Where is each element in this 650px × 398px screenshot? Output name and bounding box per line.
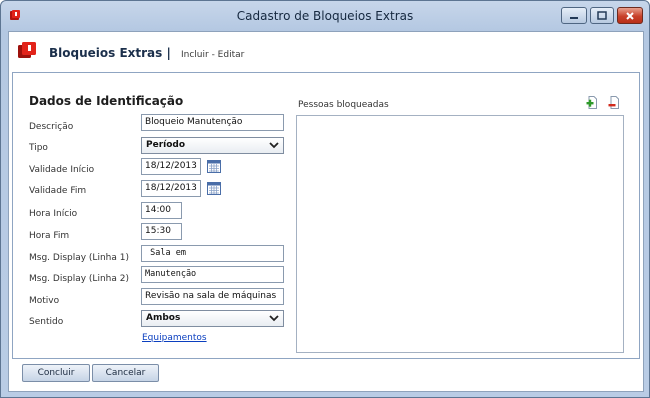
sentido-label: Sentido [29, 317, 64, 327]
chevron-down-icon [269, 142, 279, 149]
title-bar[interactable]: Cadastro de Bloqueios Extras [1, 1, 649, 31]
motivo-input[interactable]: Revisão na sala de máquinas [141, 288, 284, 305]
maximize-button[interactable] [590, 7, 614, 24]
hora-inicio-input[interactable]: 14:00 [141, 202, 182, 219]
hora-inicio-label: Hora Início [29, 209, 78, 219]
remove-person-icon[interactable] [608, 96, 620, 109]
validade-fim-input[interactable]: 18/12/2013 [141, 180, 201, 197]
validade-fim-label: Validade Fim [29, 186, 87, 196]
bloqueio-icon [18, 42, 36, 58]
sentido-select[interactable]: Ambos [141, 310, 284, 327]
minimize-icon [570, 16, 578, 19]
calendar-icon[interactable] [207, 181, 221, 195]
motivo-label: Motivo [29, 296, 60, 306]
calendar-icon[interactable] [207, 159, 221, 173]
close-button[interactable] [617, 7, 643, 24]
descricao-label: Descrição [29, 122, 74, 132]
pessoas-bloqueadas-label: Pessoas bloqueadas [298, 100, 389, 110]
cancelar-button[interactable]: Cancelar [92, 364, 159, 382]
equipamentos-link[interactable]: Equipamentos [142, 333, 207, 343]
pessoas-bloqueadas-list[interactable] [296, 115, 624, 353]
msg-linha2-input[interactable]: Manutenção [141, 266, 284, 283]
validade-inicio-input[interactable]: 18/12/2013 [141, 158, 201, 175]
descricao-input[interactable]: Bloqueio Manutenção [141, 114, 284, 131]
window-title: Cadastro de Bloqueios Extras [236, 9, 414, 23]
chevron-down-icon [269, 315, 279, 322]
section-title: Dados de Identificação [29, 94, 184, 108]
page-subtitle: Incluir - Editar [181, 50, 245, 60]
page-header: Bloqueios Extras | Incluir - Editar [9, 32, 643, 72]
close-icon [626, 11, 634, 20]
minimize-button[interactable] [561, 7, 587, 24]
page-title: Bloqueios Extras | [49, 46, 171, 60]
tipo-label: Tipo [29, 143, 48, 153]
hora-fim-input[interactable]: 15:30 [141, 223, 182, 240]
tipo-select-value: Período [146, 140, 186, 150]
sentido-select-value: Ambos [146, 313, 181, 323]
hora-fim-label: Hora Fim [29, 231, 70, 241]
msg-linha1-input[interactable]: Sala em [141, 245, 284, 262]
msg-linha1-label: Msg. Display (Linha 1) [29, 253, 129, 263]
msg-linha2-label: Msg. Display (Linha 2) [29, 274, 129, 284]
add-person-icon[interactable] [586, 96, 598, 109]
maximize-icon [597, 11, 607, 20]
tipo-select[interactable]: Período [141, 137, 284, 154]
validade-inicio-label: Validade Início [29, 165, 95, 175]
concluir-button[interactable]: Concluir [22, 364, 90, 382]
